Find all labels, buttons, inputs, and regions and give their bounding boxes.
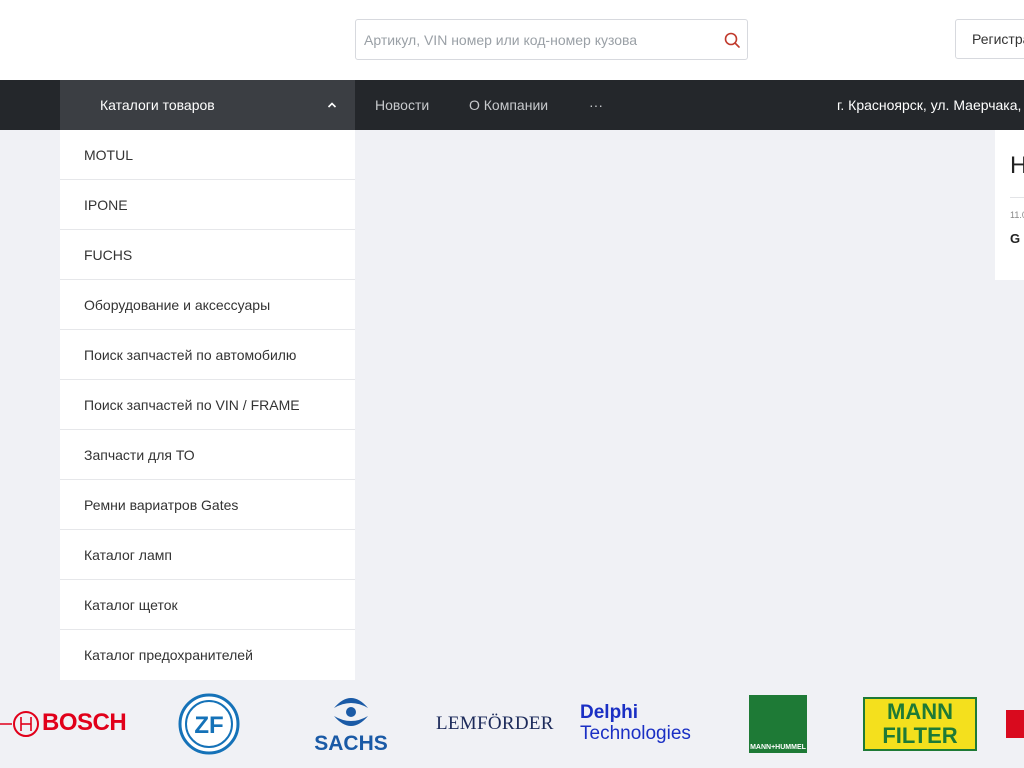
sachs-wordmark: SACHS [314, 732, 388, 755]
lemforder-wordmark: LEMFÖRDER [436, 713, 554, 734]
brand-mann-filter[interactable]: MANN FILTER [863, 697, 977, 751]
delphi-subline: Technologies [580, 723, 691, 744]
nav-link-news[interactable]: Новости [375, 80, 429, 130]
brand-partial[interactable] [1006, 710, 1024, 738]
news-divider [1010, 197, 1024, 198]
delphi-wordmark: Delphi [580, 702, 639, 723]
brand-bosch[interactable]: BOSCH [0, 708, 127, 740]
zf-logo-icon: ZF [178, 693, 240, 755]
catalog-menu-toggle[interactable]: Каталоги товаров [60, 80, 355, 130]
dropdown-item-fuses[interactable]: Каталог предохранителей [60, 630, 355, 680]
dropdown-item-motul[interactable]: MOTUL [60, 130, 355, 180]
brand-zf[interactable]: ZF [178, 693, 240, 755]
brand-lemforder[interactable]: LEMFÖRDER [436, 713, 554, 737]
chevron-up-icon [327, 102, 337, 108]
catalog-dropdown: MOTUL IPONE FUCHS Оборудование и аксессу… [60, 130, 355, 680]
news-heading: Н [1010, 152, 1024, 179]
zf-wordmark: ZF [194, 712, 223, 739]
nav-more-button[interactable]: ··· [589, 80, 603, 130]
dropdown-item-lamps[interactable]: Каталог ламп [60, 530, 355, 580]
brand-sachs[interactable]: SACHS [302, 694, 400, 756]
site-header: Регистрация [0, 0, 1024, 80]
dropdown-item-wipers[interactable]: Каталог щеток [60, 580, 355, 630]
main-navbar: Каталоги товаров Новости О Компании ··· … [0, 80, 1024, 130]
brands-strip: BOSCH ZF SACHS LEMFÖRDER Delphi Technolo… [0, 680, 1024, 768]
brand-delphi[interactable]: Delphi Technologies [580, 702, 695, 750]
bosch-logo-icon [0, 711, 39, 737]
mann-hummel-wordmark: MANN+HUMMEL [750, 744, 806, 751]
sachs-logo-icon [334, 698, 368, 726]
news-card: Н 11.0 G [995, 130, 1024, 280]
filter-wordmark: FILTER [882, 723, 958, 748]
store-address: г. Красноярск, ул. Маерчака, [837, 97, 1022, 113]
mann-wordmark: MANN [887, 699, 953, 724]
dropdown-item-fuchs[interactable]: FUCHS [60, 230, 355, 280]
bosch-wordmark: BOSCH [42, 709, 127, 736]
register-button[interactable]: Регистрация [955, 19, 1024, 59]
search-input[interactable] [356, 20, 716, 59]
dropdown-item-maintenance-parts[interactable]: Запчасти для ТО [60, 430, 355, 480]
news-item-title[interactable]: G [1010, 231, 1020, 246]
search-icon[interactable] [723, 31, 741, 49]
nav-link-about[interactable]: О Компании [469, 80, 548, 130]
dropdown-item-ipone[interactable]: IPONE [60, 180, 355, 230]
dropdown-item-equipment[interactable]: Оборудование и аксессуары [60, 280, 355, 330]
brand-mann-hummel[interactable]: MANN+HUMMEL [749, 695, 807, 753]
catalog-menu-label: Каталоги товаров [100, 97, 215, 113]
news-date: 11.0 [1010, 210, 1024, 220]
dropdown-item-search-by-vin[interactable]: Поиск запчастей по VIN / FRAME [60, 380, 355, 430]
dropdown-item-gates-belts[interactable]: Ремни вариатров Gates [60, 480, 355, 530]
dropdown-item-search-by-car[interactable]: Поиск запчастей по автомобилю [60, 330, 355, 380]
search-box [355, 19, 748, 60]
